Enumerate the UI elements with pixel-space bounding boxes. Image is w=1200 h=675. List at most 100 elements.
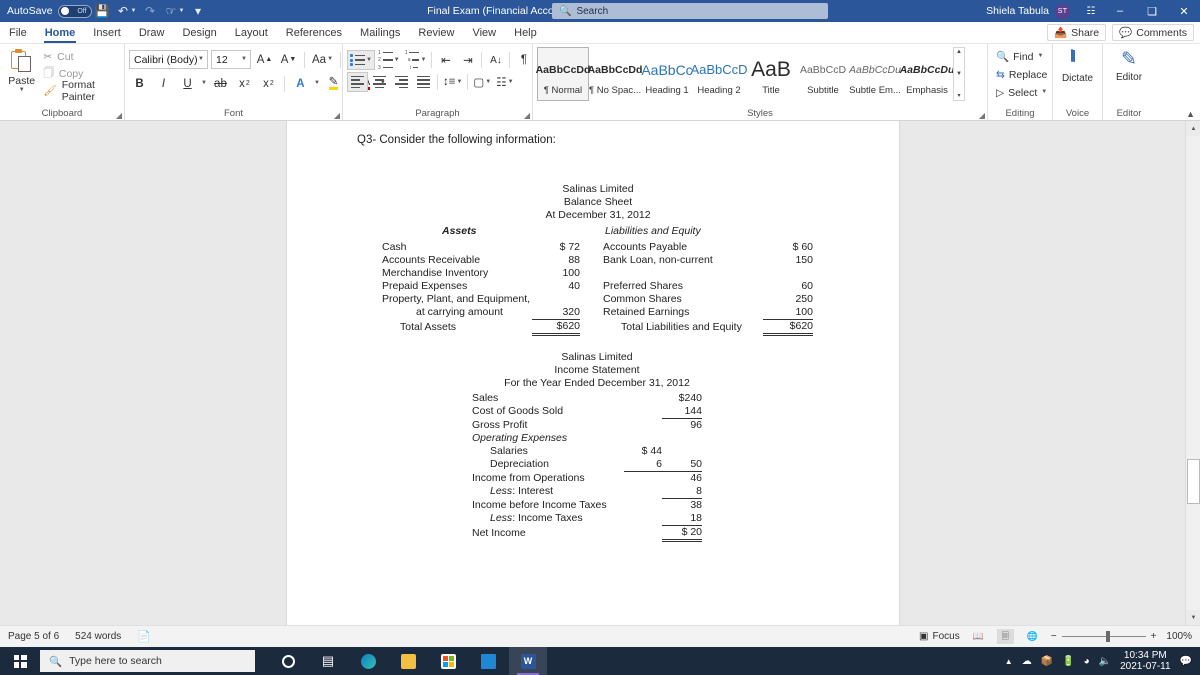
zoom-slider[interactable]: − + [1051,631,1157,642]
tab-home[interactable]: Home [36,22,85,44]
tab-file[interactable]: File [0,22,36,44]
word-icon[interactable]: W [509,647,547,675]
share-button[interactable]: 📤 Share [1047,24,1107,41]
zoom-thumb[interactable] [1105,631,1110,642]
redo-icon[interactable]: ↷ [140,1,161,21]
styles-gallery-scroll[interactable]: ▲ ▼ ▾ [953,47,965,101]
increase-indent-icon[interactable]: ⇥ [457,50,478,70]
style-heading-2[interactable]: AaBbCcD Heading 2 [690,47,747,101]
bullets-icon[interactable]: ▼ [347,50,375,70]
print-layout-icon[interactable]: 🗏 [996,629,1014,644]
scroll-up-icon[interactable]: ▲ [956,49,962,55]
multilevel-list-icon[interactable]: 1ai ▼ [403,50,429,71]
tab-references[interactable]: References [277,22,351,44]
mail-icon[interactable] [469,647,507,675]
text-effects-icon[interactable]: A [290,74,311,94]
tab-review[interactable]: Review [409,22,463,44]
align-left-icon[interactable] [347,72,368,92]
paste-dropdown-icon[interactable]: ▼ [19,87,25,94]
wifi-icon[interactable]: ◕ [1084,656,1090,667]
underline-button[interactable]: U [177,74,198,94]
search-input[interactable]: 🔍 Search [552,3,828,19]
autosave-toggle[interactable]: Off [57,4,92,18]
underline-dropdown-icon[interactable]: ▼ [201,80,207,87]
tab-mailings[interactable]: Mailings [351,22,409,44]
style-subtitle[interactable]: AaBbCcD Subtitle [797,47,849,101]
select-button[interactable]: ▷ Select ▼ [996,84,1047,101]
text-highlight-icon[interactable]: ✎ [323,74,344,94]
more-styles-icon[interactable]: ▾ [957,92,960,99]
text-effects-dropdown-icon[interactable]: ▼ [314,80,320,87]
onedrive-icon[interactable]: ☁ [1022,656,1032,667]
find-dropdown-icon[interactable]: ▼ [1038,53,1044,60]
touch-mode-dropdown-icon[interactable]: ▼ [179,8,185,14]
close-icon[interactable]: ✕ [1168,0,1200,22]
scroll-down-icon[interactable]: ▼ [1186,610,1200,625]
file-explorer-icon[interactable] [389,647,427,675]
zoom-level[interactable]: 100% [1166,631,1192,642]
customize-quick-access-icon[interactable]: ▾ [187,1,208,21]
align-center-icon[interactable] [369,72,390,92]
select-dropdown-icon[interactable]: ▼ [1041,89,1047,96]
edge-icon[interactable] [349,647,387,675]
style-title[interactable]: AaB Title [745,47,797,101]
tab-view[interactable]: View [463,22,505,44]
format-painter-button[interactable]: 🖌 Format Painter [39,79,120,103]
shading-icon[interactable]: ▢ ▼ [471,72,493,92]
style-heading-1[interactable]: AaBbCc Heading 1 [641,47,693,101]
superscript-button[interactable]: x2 [258,74,279,94]
document-page[interactable]: Q3- Consider the following information: … [287,121,899,625]
paste-button[interactable]: Paste ▼ [4,46,39,94]
change-case-icon[interactable]: Aa ▼ [310,50,335,70]
show-formatting-marks-icon[interactable]: ¶ [513,50,534,70]
tab-layout[interactable]: Layout [226,22,277,44]
style-normal[interactable]: AaBbCcDd ¶ Normal [536,47,590,101]
font-dialog-launcher-icon[interactable]: ◢ [334,111,340,120]
comments-button[interactable]: 💬 Comments [1112,24,1194,41]
style-emphasis[interactable]: AaBbCcDu Emphasis [900,47,955,101]
web-layout-icon[interactable]: 🌐 [1024,629,1041,644]
shrink-font-icon[interactable]: A ▼ [278,50,299,70]
taskbar-search-input[interactable]: 🔍 Type here to search [40,650,255,672]
style-subtle-emphasis[interactable]: AaBbCcDu Subtle Em... [849,47,901,101]
numbering-icon[interactable]: 123 ▼ [376,50,402,71]
scrollbar-thumb[interactable] [1187,459,1200,504]
strikethrough-button[interactable]: ab [210,74,231,94]
zoom-out-button[interactable]: − [1051,631,1057,642]
start-button[interactable] [0,647,40,675]
clock[interactable]: 10:34 PM 2021-07-11 [1120,650,1170,672]
minimize-icon[interactable]: – [1104,0,1136,22]
decrease-indent-icon[interactable]: ⇤ [435,50,456,70]
vertical-scrollbar[interactable]: ▲ ▼ [1185,121,1200,625]
zoom-in-button[interactable]: + [1151,631,1157,642]
undo-dropdown-icon[interactable]: ▼ [131,8,137,14]
tab-draw[interactable]: Draw [130,22,174,44]
replace-button[interactable]: ⇆ Replace [996,66,1047,83]
tab-insert[interactable]: Insert [84,22,130,44]
font-size-combo[interactable]: 12 ▼ [211,50,251,69]
avatar[interactable]: ST [1055,3,1070,19]
cortana-icon[interactable] [269,647,307,675]
zoom-track[interactable] [1061,631,1146,642]
borders-icon[interactable]: ☷ ▼ [494,72,515,92]
volume-icon[interactable]: 🔈 [1099,656,1111,667]
task-view-icon[interactable]: ▤ [309,647,347,675]
subscript-button[interactable]: x2 [234,74,255,94]
paragraph-dialog-launcher-icon[interactable]: ◢ [524,111,530,120]
tab-design[interactable]: Design [173,22,225,44]
read-mode-icon[interactable]: 📖 [970,629,987,644]
sort-icon[interactable]: A↓ [485,50,506,70]
restore-icon[interactable]: ❏ [1136,0,1168,22]
app-update-icon[interactable]: 📦 [1041,656,1053,667]
ribbon-display-options-icon[interactable]: ☷ [1078,0,1104,22]
save-icon[interactable]: 💾 [92,1,113,21]
collapse-ribbon-icon[interactable]: ▲ [1186,109,1195,119]
clipboard-dialog-launcher-icon[interactable]: ◢ [116,111,122,120]
tab-help[interactable]: Help [505,22,546,44]
scroll-up-icon[interactable]: ▲ [1186,121,1200,136]
focus-button[interactable]: ▣ Focus [919,631,960,642]
italic-button[interactable]: I [153,74,174,94]
align-right-icon[interactable] [391,72,412,92]
microsoft-store-icon[interactable] [429,647,467,675]
page-number[interactable]: Page 5 of 6 [8,631,59,642]
